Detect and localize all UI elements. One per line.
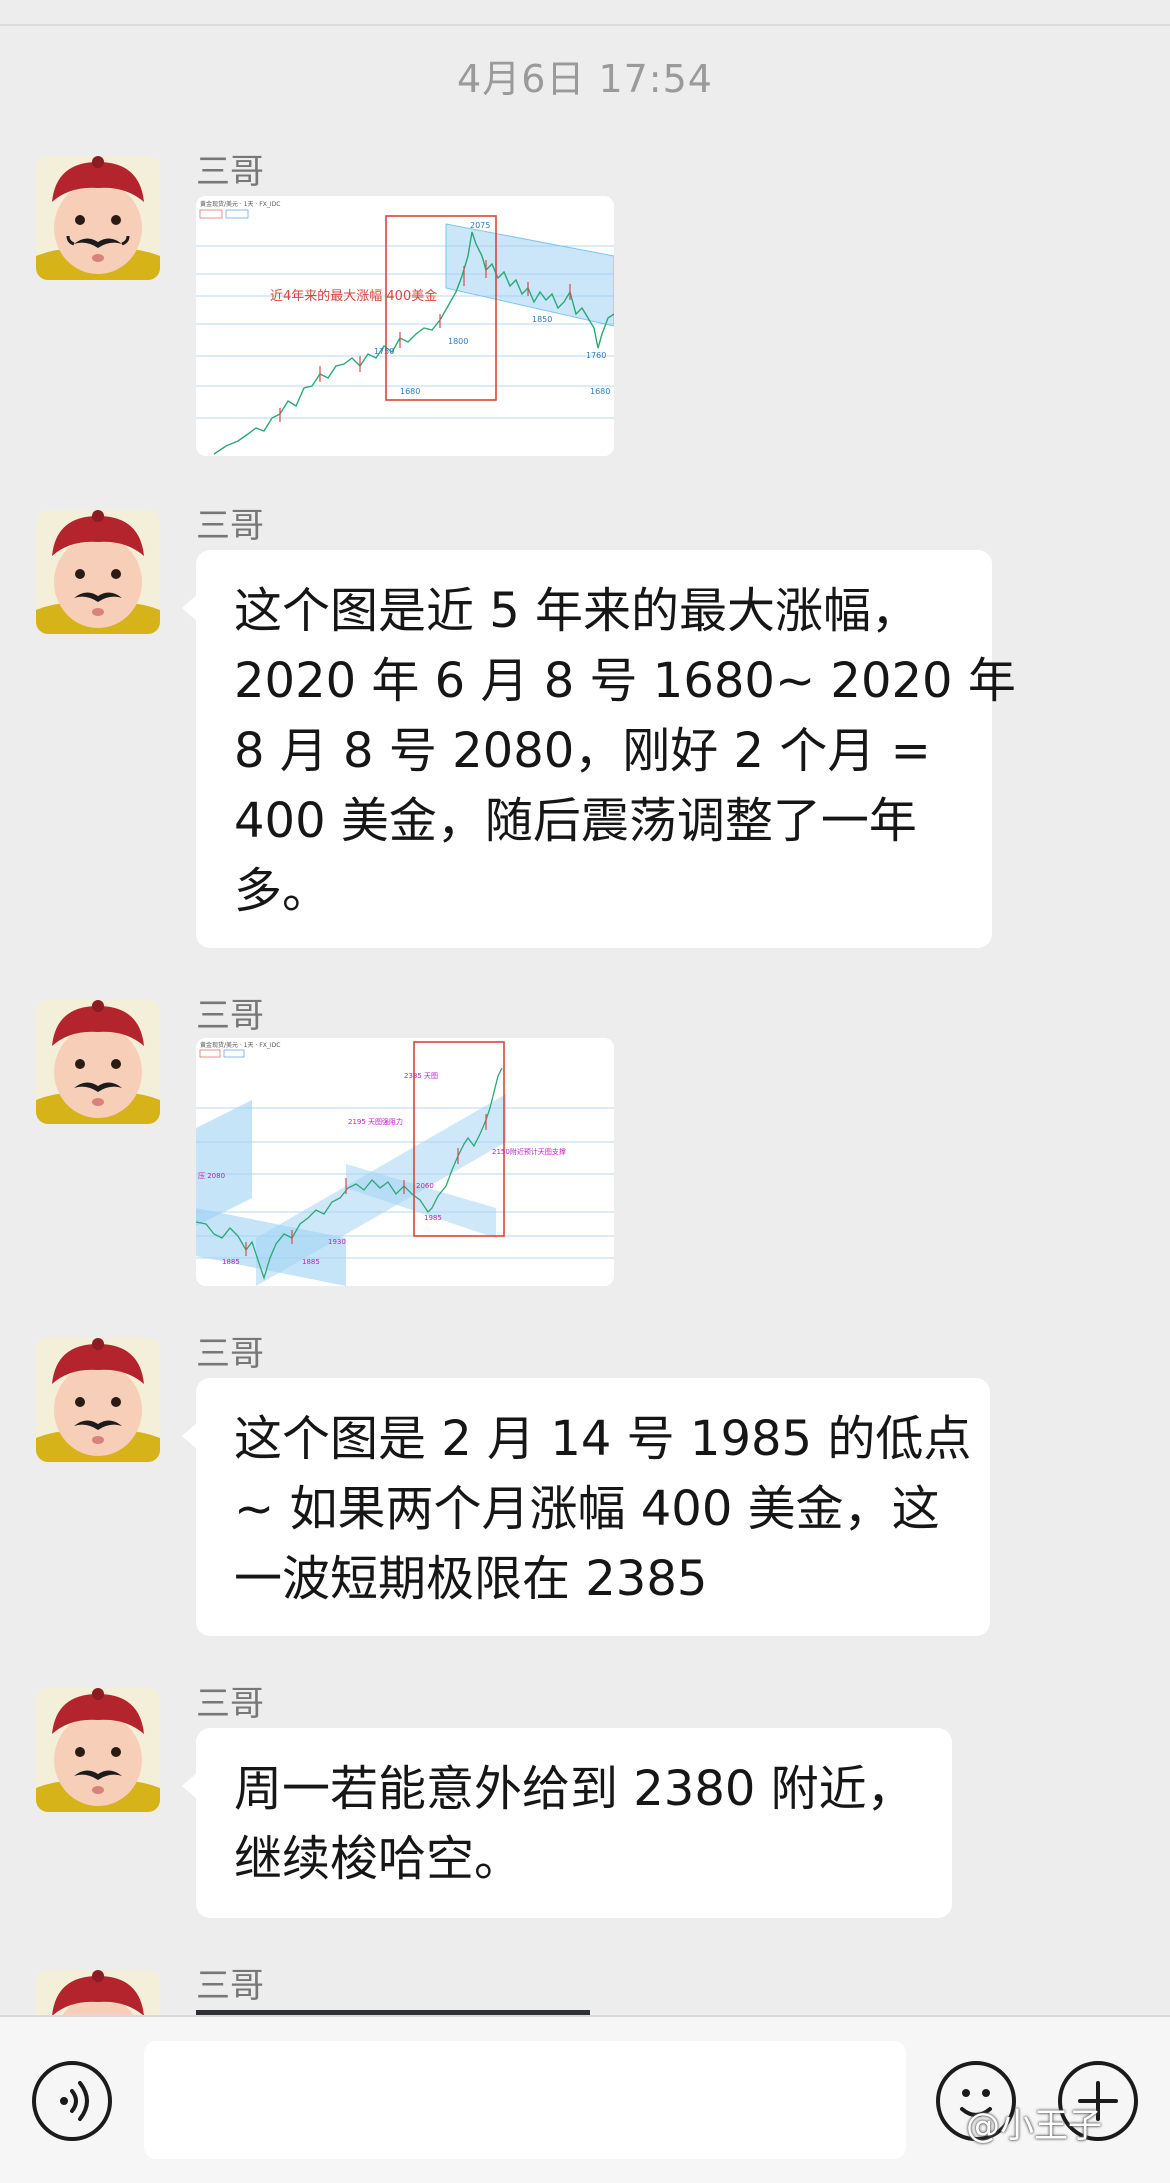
message-line: 这个图是 2 月 14 号 1985 的低点 <box>234 1411 972 1467</box>
message-line: 这个图是近 5 年来的最大涨幅， <box>234 583 920 639</box>
avatar[interactable] <box>36 156 160 280</box>
chart2-legend: 黄金现货/美元 · 1天 · FX_IDC <box>200 1041 280 1049</box>
chart2-level: 2060 <box>416 1182 434 1190</box>
sender-name: 三哥 <box>196 996 264 1036</box>
chart1-legend: 黄金现货/美元 · 1天 · FX_IDC <box>200 200 280 208</box>
gold-chart-1: 黄金现货/美元 · 1天 · FX_IDC 近4年来的最大涨幅 400美金 20… <box>196 196 614 456</box>
avatar[interactable] <box>36 1338 160 1462</box>
chart2-level: 1930 <box>328 1238 346 1246</box>
baby-mustache-avatar-icon <box>36 1000 160 1124</box>
message-line: 一波短期极限在 2385 <box>234 1551 708 1607</box>
message-bubble[interactable]: 周一若能意外给到 2380 附近， 继续梭哈空。 <box>182 1728 952 1918</box>
top-divider <box>0 24 1170 26</box>
chart2-level: 1985 <box>424 1214 442 1222</box>
chart1-level: 1680 <box>590 387 610 396</box>
sender-name: 三哥 <box>196 1334 264 1374</box>
message-line: 2020 年 6 月 8 号 1680~ 2020 年 <box>234 653 1016 709</box>
chart1-level: 1750 <box>374 347 394 356</box>
avatar[interactable] <box>36 510 160 634</box>
baby-mustache-avatar-icon <box>36 510 160 634</box>
baby-mustache-avatar-icon <box>36 156 160 280</box>
chart2-level: 1885 <box>302 1258 320 1266</box>
message-line: 多。 <box>234 863 331 919</box>
sender-name: 三哥 <box>196 152 264 192</box>
sender-name: 三哥 <box>196 1966 264 2006</box>
chart2-level: 1885 <box>222 1258 240 1266</box>
voice-wave-icon <box>60 2081 89 2121</box>
watermark: @小王子 <box>966 2106 1102 2146</box>
voice-input-button[interactable] <box>32 2061 112 2141</box>
message-bubble[interactable]: 这个图是近 5 年来的最大涨幅， 2020 年 6 月 8 号 1680~ 20… <box>182 550 1016 948</box>
chart-image-2[interactable]: 黄金现货/美元 · 1天 · FX_IDC 2385 天图 2195 天图强阻力… <box>196 1038 614 1286</box>
chart2-annotation: 2195 天图强阻力 <box>348 1117 403 1126</box>
chart1-level: 1760 <box>586 351 606 360</box>
avatar[interactable] <box>36 1688 160 1812</box>
chart1-annotation: 近4年来的最大涨幅 400美金 <box>270 288 437 304</box>
chart-image-1[interactable]: 黄金现货/美元 · 1天 · FX_IDC 近4年来的最大涨幅 400美金 20… <box>196 196 614 456</box>
baby-mustache-avatar-icon <box>36 1688 160 1812</box>
message-line: 400 美金，随后震荡调整了一年 <box>234 793 917 849</box>
sender-name: 三哥 <box>196 1684 264 1724</box>
chat-timestamp: 4月6日 17:54 <box>457 57 713 101</box>
chart2-annotation: 压 2080 <box>198 1172 225 1180</box>
avatar[interactable] <box>36 1000 160 1124</box>
chart1-level: 2075 <box>470 221 490 230</box>
avatar[interactable] <box>36 1970 160 2015</box>
baby-mustache-avatar-icon <box>36 1338 160 1462</box>
message-line: 继续梭哈空。 <box>234 1831 523 1887</box>
message-bubble[interactable]: 这个图是 2 月 14 号 1985 的低点 ~ 如果两个月涨幅 400 美金，… <box>182 1378 990 1636</box>
chart1-level: 1800 <box>448 337 468 346</box>
baby-mustache-avatar-icon <box>36 1970 160 2015</box>
message-line: 8 月 8 号 2080，刚好 2 个月 = <box>234 723 931 779</box>
message-input[interactable] <box>144 2041 906 2159</box>
chart2-annotation: 2150附近预计天图支撑 <box>492 1147 566 1156</box>
gold-chart-2: 黄金现货/美元 · 1天 · FX_IDC 2385 天图 2195 天图强阻力… <box>196 1038 614 1286</box>
chart1-level: 1680 <box>400 387 420 396</box>
message-line: ~ 如果两个月涨幅 400 美金，这 <box>234 1481 940 1537</box>
chart1-level: 1850 <box>532 315 552 324</box>
chart2-annotation: 2385 天图 <box>404 1072 438 1080</box>
message-line: 周一若能意外给到 2380 附近， <box>234 1761 915 1817</box>
sender-name: 三哥 <box>196 506 264 546</box>
